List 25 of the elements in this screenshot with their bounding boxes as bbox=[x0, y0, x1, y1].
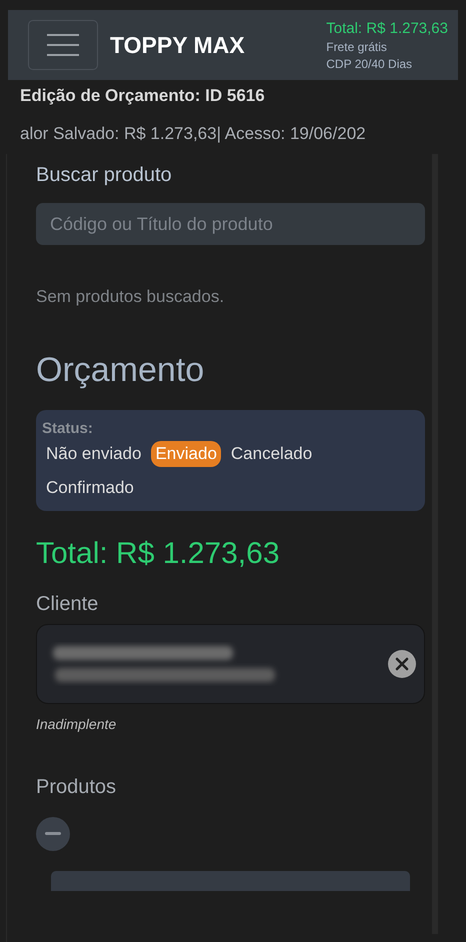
payment-terms: CDP 20/40 Dias bbox=[326, 56, 414, 70]
menu-button[interactable] bbox=[28, 20, 98, 70]
client-field[interactable] bbox=[36, 624, 425, 704]
budget-total: Total: R$ 1.273,63 bbox=[36, 537, 281, 571]
clear-button[interactable] bbox=[388, 650, 416, 678]
minus-icon bbox=[45, 832, 61, 836]
close-icon bbox=[395, 657, 409, 671]
remove-button[interactable] bbox=[36, 817, 70, 851]
status-label: Status: bbox=[42, 420, 93, 437]
search-field[interactable]: Código ou Título do produto bbox=[36, 203, 425, 245]
status-option[interactable]: Cancelado bbox=[226, 441, 316, 467]
header-total: Total: R$ 1.273,63 bbox=[326, 20, 448, 36]
status-option[interactable]: Não enviado bbox=[42, 441, 146, 467]
search-label: Buscar produto bbox=[36, 164, 173, 187]
brand-name: TOPPY MAX bbox=[110, 32, 246, 58]
page-title: Edição de Orçamento: ID 5616 bbox=[20, 86, 266, 106]
status-option[interactable]: Confirmado bbox=[42, 475, 138, 501]
client-status: Inadimplente bbox=[36, 716, 118, 732]
products-label: Produtos bbox=[36, 776, 118, 799]
empty-message: Sem produtos buscados. bbox=[36, 287, 226, 307]
menu-icon bbox=[46, 32, 80, 58]
info-line: alor Salvado: R$ 1.273,63| Acesso: 19/06/202 bbox=[20, 124, 367, 144]
section-heading: Orçamento bbox=[36, 351, 206, 390]
shipping-text: Frete grátis bbox=[326, 40, 388, 54]
client-label: Cliente bbox=[36, 593, 100, 616]
